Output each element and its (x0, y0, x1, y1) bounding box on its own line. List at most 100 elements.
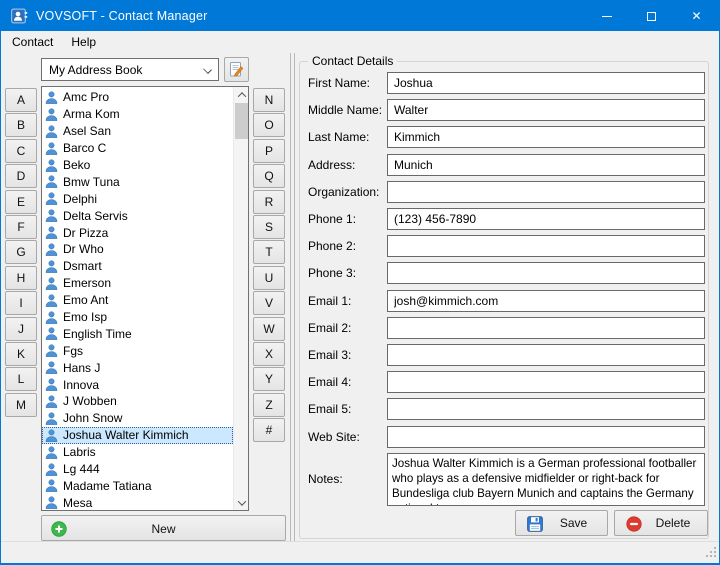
field-input-phone-2[interactable] (387, 235, 705, 257)
notes-textarea[interactable]: Joshua Walter Kimmich is a German profes… (387, 453, 705, 506)
field-input-first-name[interactable] (387, 72, 705, 94)
contact-name-label: Emo Isp (63, 310, 107, 324)
list-item[interactable]: Asel San (42, 123, 233, 140)
letter-button-e[interactable]: E (5, 190, 37, 214)
field-input-web-site[interactable] (387, 426, 705, 448)
address-book-value: My Address Book (49, 63, 142, 77)
letter-button-f[interactable]: F (5, 215, 37, 239)
list-item[interactable]: Delta Servis (42, 207, 233, 224)
list-item[interactable]: Labris (42, 444, 233, 461)
contact-name-label: Dsmart (63, 259, 102, 273)
list-item[interactable]: J Wobben (42, 393, 233, 410)
letter-button-s[interactable]: S (253, 215, 285, 239)
field-label-email-3: Email 3: (308, 348, 386, 362)
field-input-phone-1[interactable] (387, 208, 705, 230)
letter-button-d[interactable]: D (5, 164, 37, 188)
chevron-down-icon (203, 65, 212, 74)
field-label-organization: Organization: (308, 185, 386, 199)
person-icon (45, 463, 58, 476)
person-icon (45, 294, 58, 307)
list-item[interactable]: Fgs (42, 342, 233, 359)
list-item[interactable]: Arma Kom (42, 106, 233, 123)
list-item[interactable]: Joshua Walter Kimmich (42, 427, 233, 444)
contact-name-label: Mesa (63, 496, 92, 510)
scroll-up-button[interactable] (234, 87, 249, 102)
field-input-last-name[interactable] (387, 126, 705, 148)
letter-button-g[interactable]: G (5, 240, 37, 264)
field-label-first-name: First Name: (308, 76, 386, 90)
letter-button-y[interactable]: Y (253, 367, 285, 391)
list-item[interactable]: English Time (42, 325, 233, 342)
letter-button-p[interactable]: P (253, 139, 285, 163)
save-button[interactable]: Save (515, 510, 608, 536)
list-item[interactable]: Emo Isp (42, 309, 233, 326)
address-book-select[interactable]: My Address Book (41, 58, 219, 81)
letter-button-q[interactable]: Q (253, 164, 285, 188)
panel-splitter[interactable] (290, 53, 295, 541)
letter-button-z[interactable]: Z (253, 393, 285, 417)
list-item[interactable]: Innova (42, 376, 233, 393)
field-input-middle-name[interactable] (387, 99, 705, 121)
contact-name-label: Asel San (63, 124, 111, 138)
field-label-last-name: Last Name: (308, 130, 386, 144)
letter-button-i[interactable]: I (5, 291, 37, 315)
letter-button-n[interactable]: N (253, 88, 285, 112)
letter-button-v[interactable]: V (253, 291, 285, 315)
new-contact-button[interactable]: New (41, 515, 286, 541)
contact-name-label: Dr Pizza (63, 226, 108, 240)
list-item[interactable]: Bmw Tuna (42, 173, 233, 190)
contact-list[interactable]: Amc ProArma KomAsel San Barco CBekoBmw Tu… (41, 86, 249, 511)
field-input-address[interactable] (387, 154, 705, 176)
letter-button-r[interactable]: R (253, 190, 285, 214)
list-item[interactable]: Dsmart (42, 258, 233, 275)
letter-button-j[interactable]: J (5, 317, 37, 341)
menu-help[interactable]: Help (62, 31, 105, 53)
person-icon (45, 175, 58, 188)
list-item[interactable]: Amc Pro (42, 89, 233, 106)
letter-button-o[interactable]: O (253, 113, 285, 137)
menu-contact[interactable]: Contact (3, 31, 62, 53)
resize-grip-icon[interactable] (706, 547, 717, 561)
minimize-button[interactable] (584, 1, 629, 31)
field-input-phone-3[interactable] (387, 262, 705, 284)
list-item[interactable]: Lg 444 (42, 461, 233, 478)
letter-button-k[interactable]: K (5, 342, 37, 366)
list-item[interactable]: Beko (42, 157, 233, 174)
close-button[interactable]: ✕ (674, 1, 719, 31)
letter-button-w[interactable]: W (253, 317, 285, 341)
field-input-email-3[interactable] (387, 344, 705, 366)
letter-button-t[interactable]: T (253, 240, 285, 264)
letter-button-x[interactable]: X (253, 342, 285, 366)
letter-button-h[interactable]: H (5, 266, 37, 290)
list-item[interactable]: Dr Who (42, 241, 233, 258)
list-item[interactable]: Mesa (42, 494, 233, 510)
letter-button-l[interactable]: L (5, 367, 37, 391)
field-input-email-5[interactable] (387, 398, 705, 420)
delete-button[interactable]: Delete (614, 510, 708, 536)
list-item[interactable]: Delphi (42, 190, 233, 207)
save-button-label: Save (540, 516, 607, 530)
field-input-email-1[interactable] (387, 290, 705, 312)
letter-button-u[interactable]: U (253, 266, 285, 290)
list-item[interactable]: Emo Ant (42, 292, 233, 309)
list-item[interactable]: Barco C (42, 140, 233, 157)
list-item[interactable]: Hans J (42, 359, 233, 376)
letter-button-b[interactable]: B (5, 113, 37, 137)
scroll-down-button[interactable] (234, 495, 249, 510)
list-item[interactable]: John Snow (42, 410, 233, 427)
field-input-organization[interactable] (387, 181, 705, 203)
arrow-down-icon (237, 497, 245, 505)
maximize-button[interactable] (629, 1, 674, 31)
letter-button-a[interactable]: A (5, 88, 37, 112)
edit-address-book-button[interactable] (224, 57, 249, 82)
list-item[interactable]: Emerson (42, 275, 233, 292)
letter-button-hash[interactable]: # (253, 418, 285, 442)
letter-button-c[interactable]: C (5, 139, 37, 163)
letter-button-m[interactable]: M (5, 393, 37, 417)
contact-list-scrollbar[interactable] (233, 87, 248, 510)
list-item[interactable]: Dr Pizza (42, 224, 233, 241)
scrollbar-thumb[interactable] (235, 103, 248, 139)
field-input-email-4[interactable] (387, 371, 705, 393)
list-item[interactable]: Madame Tatiana (42, 477, 233, 494)
field-input-email-2[interactable] (387, 317, 705, 339)
